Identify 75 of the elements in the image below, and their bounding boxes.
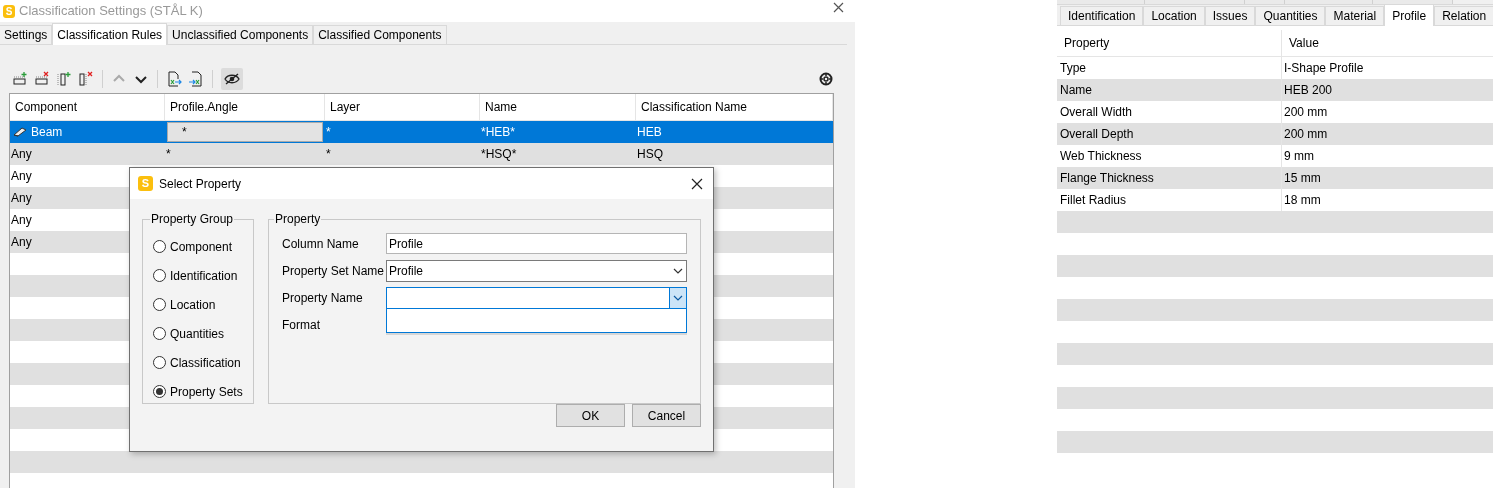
group-title: Property Group xyxy=(150,211,235,228)
tab[interactable]: Material xyxy=(1325,6,1385,25)
tab[interactable]: Location xyxy=(1143,6,1205,25)
table-cell-text: HEB 200 xyxy=(1283,82,1334,99)
add-row-icon[interactable] xyxy=(12,71,28,87)
field-label: Column Name xyxy=(282,235,360,253)
radio-button[interactable]: Identification xyxy=(153,267,243,284)
export-icon[interactable] xyxy=(166,71,182,87)
table-cell-text: HEB xyxy=(636,124,663,141)
dialog-title: Select Property xyxy=(159,175,242,193)
column-header[interactable]: Classification Name xyxy=(636,94,833,120)
table-cell-text: Any xyxy=(11,146,32,163)
column-header[interactable]: Name xyxy=(480,94,636,120)
app-logo: S xyxy=(3,4,15,18)
text-field[interactable]: Profile xyxy=(386,233,687,254)
hide-button[interactable] xyxy=(221,68,243,90)
radio-button[interactable]: Location xyxy=(153,296,243,313)
table-cell-text: *HEB* xyxy=(480,124,516,141)
column-header[interactable]: Property xyxy=(1057,30,1282,56)
field-label: Property Set Name xyxy=(282,262,386,280)
window-title: Classification Settings (STÅL K) xyxy=(19,2,203,21)
dropdown[interactable] xyxy=(386,286,687,309)
delete-column-icon[interactable] xyxy=(78,71,94,87)
dropdown[interactable]: Profile xyxy=(386,259,687,282)
field-label: Format xyxy=(282,316,321,334)
tab[interactable]: Unclassified Components xyxy=(167,25,314,44)
edit-field[interactable]: * xyxy=(167,122,323,142)
tab[interactable]: Identification xyxy=(1060,6,1144,25)
chevron-down-icon xyxy=(673,294,683,301)
import-icon[interactable] xyxy=(188,71,204,87)
table-cell-text: * xyxy=(165,146,172,163)
tab[interactable]: Classified Components xyxy=(313,25,447,44)
table-cell-text: 200 mm xyxy=(1283,126,1329,143)
beam-icon xyxy=(13,127,27,137)
tab[interactable]: Classification Rules xyxy=(52,23,168,45)
table-cell-text: I-Shape Profile xyxy=(1283,60,1365,77)
table-cell-text: Any xyxy=(11,234,32,251)
selected-row[interactable]: Beam * * *HEB* HEB xyxy=(10,121,833,143)
tab[interactable]: Issues xyxy=(1204,6,1256,25)
close-icon[interactable] xyxy=(833,1,844,13)
table-cell-text: 18 mm xyxy=(1283,192,1322,209)
table-cell-text: * xyxy=(325,146,332,163)
table-cell-text: * xyxy=(325,124,332,141)
table-cell-text: Any xyxy=(11,168,32,185)
field-label: Property Name xyxy=(282,289,364,307)
dialog-button[interactable]: OK xyxy=(556,404,625,427)
radio-button[interactable]: Property Sets xyxy=(153,383,243,400)
tab[interactable]: Relation xyxy=(1434,6,1493,25)
table-row[interactable]: Any * * *HSQ* HSQ xyxy=(10,143,833,165)
radio-button[interactable]: Classification xyxy=(153,354,243,371)
tab[interactable]: Quantities xyxy=(1255,6,1326,25)
column-header[interactable]: Component xyxy=(10,94,165,120)
table-cell-text: 15 mm xyxy=(1283,170,1322,187)
table-cell-text: 9 mm xyxy=(1283,148,1315,165)
table-cell-text: *HSQ* xyxy=(480,146,518,163)
tab[interactable]: Settings xyxy=(0,25,53,44)
app-logo: S xyxy=(138,176,153,191)
column-header[interactable]: Value xyxy=(1282,30,1493,56)
tab[interactable]: Profile xyxy=(1384,4,1435,26)
column-header[interactable]: Layer xyxy=(325,94,480,120)
table-cell-text: Any xyxy=(11,212,32,229)
close-icon[interactable] xyxy=(691,177,703,190)
chevron-down-icon xyxy=(672,267,683,274)
radio-button[interactable]: Component xyxy=(153,238,243,255)
table-cell-text: 200 mm xyxy=(1283,104,1329,121)
table-cell-text: Any xyxy=(11,190,32,207)
group-title: Property xyxy=(274,211,322,228)
add-column-icon[interactable] xyxy=(56,71,72,87)
table-cell-text: Beam xyxy=(31,124,63,141)
radio-button[interactable]: Quantities xyxy=(153,325,243,342)
table-cell-text: HSQ xyxy=(636,146,664,163)
eye-slash-icon xyxy=(224,73,240,85)
delete-row-icon[interactable] xyxy=(34,71,50,87)
dialog-button[interactable]: Cancel xyxy=(632,404,701,427)
column-header[interactable]: Profile.Angle xyxy=(165,94,325,120)
